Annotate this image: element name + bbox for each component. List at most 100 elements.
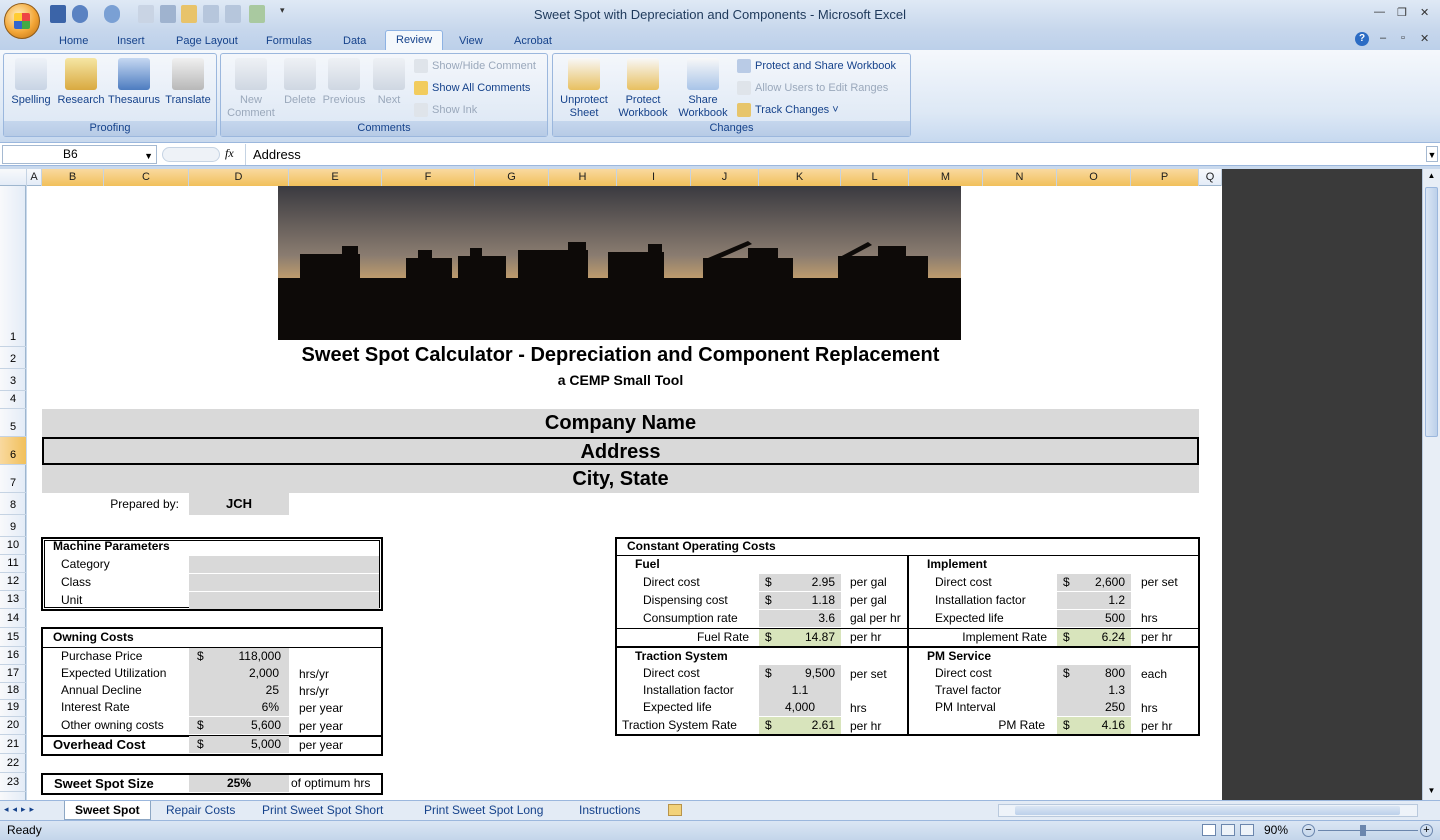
- row-header-13[interactable]: 13: [0, 591, 26, 609]
- unit-input[interactable]: [189, 592, 379, 609]
- ws-close-icon[interactable]: ✕: [1420, 32, 1429, 45]
- help-icon[interactable]: ?: [1355, 32, 1369, 46]
- protect-workbook-button[interactable]: Protect Workbook: [613, 58, 673, 120]
- category-input[interactable]: [189, 556, 379, 573]
- name-box[interactable]: B6 ▼: [2, 145, 157, 164]
- zoom-out-icon[interactable]: −: [1302, 824, 1315, 837]
- zoom-in-icon[interactable]: +: [1420, 824, 1433, 837]
- close-icon[interactable]: ✕: [1420, 6, 1429, 19]
- show-all-comments-button[interactable]: Show All Comments: [414, 79, 530, 97]
- research-button[interactable]: Research: [56, 58, 106, 107]
- tab-formulas[interactable]: Formulas: [264, 32, 314, 50]
- scroll-up-icon[interactable]: ▲: [1425, 171, 1438, 183]
- translate-button[interactable]: Translate: [162, 58, 214, 107]
- column-header-c[interactable]: C: [104, 169, 189, 186]
- row-header-23[interactable]: 23: [0, 773, 26, 792]
- column-header-d[interactable]: D: [189, 169, 289, 186]
- show-ink-button[interactable]: Show Ink: [414, 101, 477, 119]
- overhead-cost-input[interactable]: $5,000: [189, 736, 289, 753]
- row-header-15[interactable]: 15: [0, 628, 26, 647]
- pm-direct-input[interactable]: $800: [1057, 665, 1131, 682]
- row-header-5[interactable]: 5: [0, 409, 26, 437]
- pm-interval-input[interactable]: 250: [1057, 699, 1131, 716]
- row-header-9[interactable]: 9: [0, 515, 26, 537]
- column-header-n[interactable]: N: [983, 169, 1057, 186]
- horizontal-scroll-thumb[interactable]: [1015, 806, 1400, 815]
- tab-home[interactable]: Home: [57, 32, 90, 50]
- tab-view[interactable]: View: [457, 32, 485, 50]
- next-comment-button[interactable]: Next: [367, 58, 411, 107]
- worksheet[interactable]: Sweet Spot Calculator - Depreciation and…: [27, 186, 1222, 800]
- sheet-tab-repair-costs[interactable]: Repair Costs: [156, 801, 245, 820]
- vertical-scroll-thumb[interactable]: [1425, 187, 1438, 437]
- column-header-l[interactable]: L: [841, 169, 909, 186]
- spelling-button[interactable]: Spelling: [8, 58, 54, 107]
- column-header-i[interactable]: I: [617, 169, 691, 186]
- row-header-1[interactable]: 1: [0, 186, 26, 347]
- implement-direct-input[interactable]: $2,600: [1057, 574, 1131, 591]
- row-header-21[interactable]: 21: [0, 735, 26, 754]
- column-header-o[interactable]: O: [1057, 169, 1131, 186]
- row-header-20[interactable]: 20: [0, 717, 26, 735]
- company-name-cell[interactable]: Company Name: [42, 409, 1199, 437]
- scroll-down-icon[interactable]: ▼: [1425, 786, 1438, 798]
- sweet-spot-size-input[interactable]: 25%: [189, 775, 289, 792]
- ws-restore-icon[interactable]: ▫: [1401, 32, 1405, 44]
- zoom-level[interactable]: 90%: [1264, 823, 1288, 837]
- protect-share-workbook-button[interactable]: Protect and Share Workbook: [737, 57, 896, 75]
- zoom-slider-thumb[interactable]: [1360, 825, 1366, 836]
- column-header-h[interactable]: H: [549, 169, 617, 186]
- thesaurus-button[interactable]: Thesaurus: [106, 58, 162, 107]
- traction-direct-input[interactable]: $9,500: [759, 665, 841, 682]
- sheet-tab-print-long[interactable]: Print Sweet Spot Long: [414, 801, 553, 820]
- annual-decline-input[interactable]: 25: [189, 682, 289, 699]
- class-input[interactable]: [189, 574, 379, 591]
- insert-function-icon[interactable]: fx: [225, 146, 234, 161]
- utilization-input[interactable]: 2,000: [189, 665, 289, 682]
- page-layout-view-icon[interactable]: [1221, 824, 1235, 836]
- select-all-corner[interactable]: [0, 169, 27, 186]
- consumption-input[interactable]: 3.6: [759, 610, 841, 627]
- traction-life-input[interactable]: 4,000: [759, 699, 841, 716]
- restore-icon[interactable]: ❐: [1397, 6, 1407, 19]
- sheet-tab-print-short[interactable]: Print Sweet Spot Short: [252, 801, 393, 820]
- address-cell[interactable]: Address: [42, 437, 1199, 465]
- column-header-g[interactable]: G: [475, 169, 549, 186]
- unprotect-sheet-button[interactable]: Unprotect Sheet: [555, 58, 613, 120]
- zoom-slider-track[interactable]: [1318, 830, 1418, 831]
- track-changes-button[interactable]: Track Changes ˅: [737, 101, 839, 119]
- implement-install-input[interactable]: 1.2: [1057, 592, 1131, 609]
- previous-comment-button[interactable]: Previous: [321, 58, 367, 107]
- new-comment-button[interactable]: New Comment: [225, 58, 277, 120]
- normal-view-icon[interactable]: [1202, 824, 1216, 836]
- row-header-12[interactable]: 12: [0, 573, 26, 591]
- row-header-22[interactable]: 22: [0, 754, 26, 773]
- column-header-k[interactable]: K: [759, 169, 841, 186]
- prepared-by-value[interactable]: JCH: [189, 493, 289, 515]
- column-header-p[interactable]: P: [1131, 169, 1199, 186]
- other-owning-input[interactable]: $5,600: [189, 717, 289, 734]
- interest-rate-input[interactable]: 6%: [189, 699, 289, 716]
- column-header-b[interactable]: B: [42, 169, 104, 186]
- column-header-j[interactable]: J: [691, 169, 759, 186]
- row-header-14[interactable]: 14: [0, 609, 26, 628]
- delete-comment-button[interactable]: Delete: [277, 58, 323, 107]
- row-header-2[interactable]: 2: [0, 347, 26, 369]
- tab-acrobat[interactable]: Acrobat: [512, 32, 554, 50]
- dispensing-input[interactable]: $1.18: [759, 592, 841, 609]
- minimize-icon[interactable]: —: [1374, 6, 1385, 18]
- allow-users-edit-ranges-button[interactable]: Allow Users to Edit Ranges: [737, 79, 888, 97]
- column-header-q[interactable]: Q: [1199, 169, 1222, 186]
- office-button[interactable]: [4, 3, 40, 39]
- share-workbook-button[interactable]: Share Workbook: [673, 58, 733, 120]
- row-header-4[interactable]: 4: [0, 391, 26, 409]
- fuel-direct-input[interactable]: $2.95: [759, 574, 841, 591]
- city-state-cell[interactable]: City, State: [42, 465, 1199, 493]
- tab-review[interactable]: Review: [385, 30, 444, 51]
- insert-worksheet-icon[interactable]: [668, 804, 682, 816]
- column-header-e[interactable]: E: [289, 169, 382, 186]
- row-header-18[interactable]: 18: [0, 683, 26, 700]
- name-box-dropdown-icon[interactable]: ▼: [144, 148, 153, 165]
- tab-insert[interactable]: Insert: [115, 32, 147, 50]
- row-header-6[interactable]: 6: [0, 437, 26, 465]
